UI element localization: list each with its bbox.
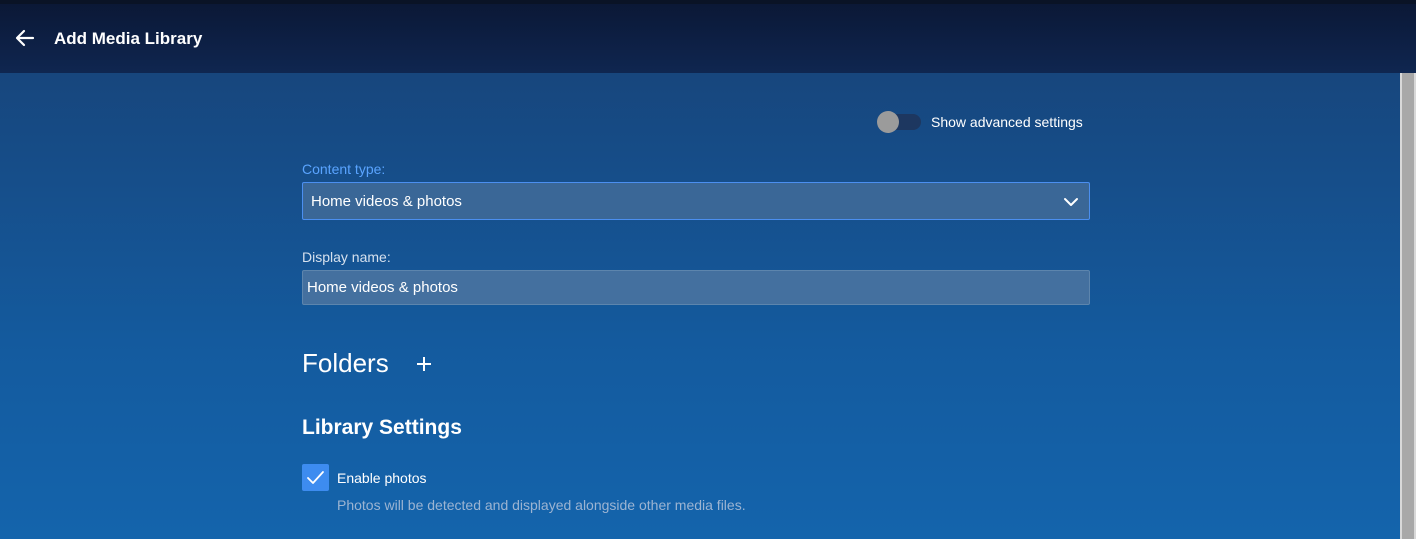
scrollbar-thumb[interactable] [1402,73,1414,539]
content-type-value: Home videos & photos [311,193,462,210]
enable-photos-label: Enable photos [337,470,427,486]
toggle-knob[interactable] [877,111,899,133]
library-settings-heading: Library Settings [302,416,462,439]
app-header: Add Media Library [0,4,1416,73]
display-name-label: Display name: [302,249,391,265]
advanced-settings-toggle[interactable]: Show advanced settings [877,111,1083,133]
toggle-track[interactable] [877,111,921,133]
add-folder-plus-icon[interactable] [414,354,434,374]
content-type-label: Content type: [302,161,386,177]
page-title: Add Media Library [54,29,203,48]
main-content [0,73,1400,539]
content-type-select[interactable]: Home videos & photos [302,182,1090,220]
back-arrow-icon[interactable] [13,26,37,50]
enable-photos-checkbox[interactable] [302,464,329,491]
enable-photos-description: Photos will be detected and displayed al… [337,497,746,513]
chevron-down-icon [1063,194,1079,210]
folders-heading: Folders [302,348,389,378]
advanced-settings-label: Show advanced settings [931,114,1083,130]
checkmark-icon [306,468,325,487]
display-name-input[interactable] [302,270,1090,305]
vertical-scrollbar[interactable] [1400,73,1416,539]
